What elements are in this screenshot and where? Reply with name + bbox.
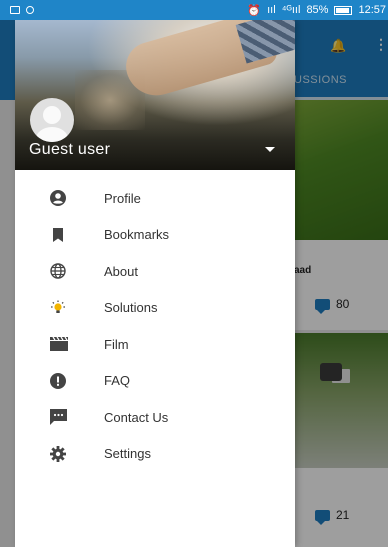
screen: ⏰ ııl ⁴ᴳııl 85% 12:57 🔔 ⋮ USSIONS aad 80…	[0, 0, 388, 547]
menu-item-contact-us[interactable]: Contact Us	[15, 399, 295, 436]
signal-indicator: ııl	[267, 4, 276, 16]
alarm-icon: ⏰	[247, 4, 262, 17]
menu-label: Film	[104, 336, 129, 352]
menu-item-solutions[interactable]: Solutions	[15, 290, 295, 327]
account-dropdown-icon[interactable]	[265, 147, 275, 152]
user-name: Guest user	[29, 141, 111, 158]
menu-label: Profile	[104, 190, 141, 206]
lightbulb-icon	[15, 300, 106, 316]
header-image-sleeve	[235, 20, 295, 64]
battery-icon	[334, 5, 353, 15]
menu-item-settings[interactable]: Settings	[15, 436, 295, 473]
menu-label: Solutions	[104, 300, 158, 316]
menu-label: Settings	[104, 446, 151, 462]
battery-percent: 85%	[306, 4, 329, 16]
film-icon	[15, 337, 106, 352]
menu-label: FAQ	[104, 373, 131, 389]
menu-item-bookmarks[interactable]: Bookmarks	[15, 217, 295, 254]
menu-label: Bookmarks	[104, 227, 170, 243]
message-icon	[15, 409, 106, 426]
sync-icon	[26, 6, 34, 14]
gear-icon	[15, 445, 106, 462]
navigation-drawer: Guest user Profile Bookmarks About Solut…	[15, 20, 295, 547]
gallery-icon	[10, 6, 20, 14]
signal-indicator-secondary: ⁴ᴳııl	[281, 4, 301, 16]
menu-item-about[interactable]: About	[15, 253, 295, 290]
menu-item-faq[interactable]: FAQ	[15, 363, 295, 400]
account-circle-icon	[15, 190, 106, 207]
avatar-head	[43, 106, 61, 124]
globe-icon	[15, 263, 106, 279]
status-notifications	[0, 6, 34, 14]
menu-item-profile[interactable]: Profile	[15, 180, 295, 217]
menu-label: Contact Us	[104, 409, 169, 425]
drawer-menu: Profile Bookmarks About Solutions Film F…	[15, 180, 295, 472]
alert-circle-icon	[15, 372, 106, 389]
menu-item-film[interactable]: Film	[15, 326, 295, 363]
menu-label: About	[104, 263, 138, 279]
clock: 12:57	[358, 4, 386, 16]
drawer-header: Guest user	[15, 20, 295, 170]
bookmark-icon	[15, 227, 106, 243]
avatar[interactable]	[30, 98, 74, 142]
status-indicators: ⏰ ııl ⁴ᴳııl 85% 12:57	[247, 4, 388, 17]
status-bar: ⏰ ııl ⁴ᴳııl 85% 12:57	[0, 0, 388, 20]
avatar-body	[36, 127, 68, 142]
